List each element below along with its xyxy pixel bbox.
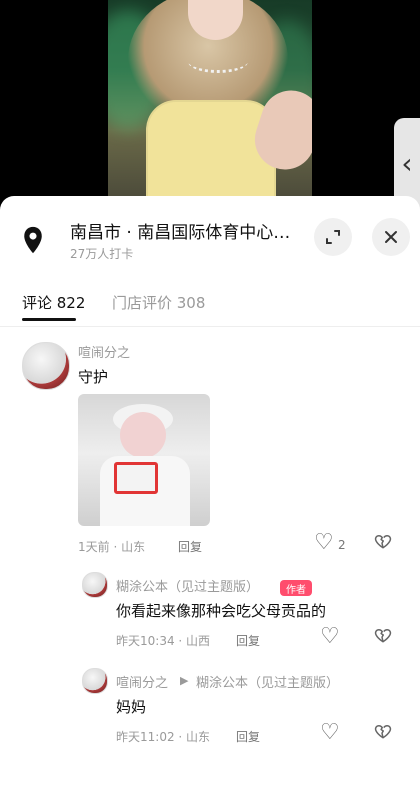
heart-outline-icon[interactable]: ♡ xyxy=(320,624,340,649)
location-subtitle: 27万人打卡 xyxy=(70,247,134,261)
expand-icon xyxy=(326,230,340,244)
reply-to[interactable]: 糊涂公本（见过主题版） xyxy=(196,672,339,691)
reply-button[interactable]: 回复 xyxy=(236,632,260,649)
video-frame xyxy=(108,0,312,200)
broken-heart-icon[interactable] xyxy=(374,532,392,550)
reply-text: 妈妈 xyxy=(116,698,147,716)
panel-header: 南昌市 · 南昌国际体育中心… 27万人打卡 xyxy=(0,196,420,280)
location-title[interactable]: 南昌市 · 南昌国际体育中心… xyxy=(70,218,290,243)
broken-heart-icon[interactable] xyxy=(374,722,392,740)
image-head xyxy=(120,412,166,458)
comments-panel: 南昌市 · 南昌国际体育中心… 27万人打卡 评论 822 门店评价 308 喧… xyxy=(0,196,420,800)
comment-image[interactable] xyxy=(78,394,210,526)
comment-author[interactable]: 喧闹分之 xyxy=(78,342,130,361)
tabs: 评论 822 门店评价 308 xyxy=(0,280,420,327)
avatar[interactable] xyxy=(82,572,108,598)
tab-comments[interactable]: 评论 822 xyxy=(22,292,85,313)
reply-arrow-icon: ▶ xyxy=(180,674,189,687)
like-count: 2 xyxy=(338,538,346,552)
reply-meta: 昨天10:34 · 山西 xyxy=(116,634,211,648)
avatar[interactable] xyxy=(22,342,70,390)
reply-author[interactable]: 喧闹分之 xyxy=(116,672,168,691)
reply-text: 你看起来像那种会吃父母贡品的 xyxy=(116,602,327,620)
comment-meta: 1天前 · 山东 xyxy=(78,540,146,554)
necklace xyxy=(188,50,248,73)
expand-button[interactable] xyxy=(314,218,352,256)
reply-button[interactable]: 回复 xyxy=(236,728,260,745)
tab-store-reviews[interactable]: 门店评价 308 xyxy=(112,292,205,313)
tab-underline xyxy=(22,318,76,321)
author-badge: 作者 xyxy=(280,580,312,596)
image-box xyxy=(114,462,158,494)
close-icon xyxy=(385,231,397,243)
divider xyxy=(0,326,420,327)
reply-button[interactable]: 回复 xyxy=(178,538,202,555)
reply-author[interactable]: 糊涂公本（见过主题版） xyxy=(116,576,259,595)
chevron-left-icon: ‹ xyxy=(401,147,413,180)
broken-heart-icon[interactable] xyxy=(374,626,392,644)
avatar[interactable] xyxy=(82,668,108,694)
reply-meta: 昨天11:02 · 山东 xyxy=(116,730,211,744)
comment-text: 守护 xyxy=(78,368,109,386)
close-button[interactable] xyxy=(372,218,410,256)
location-pin-icon xyxy=(24,226,42,254)
heart-outline-icon[interactable]: ♡ xyxy=(314,530,334,555)
video-player[interactable] xyxy=(0,0,420,200)
heart-outline-icon[interactable]: ♡ xyxy=(320,720,340,745)
